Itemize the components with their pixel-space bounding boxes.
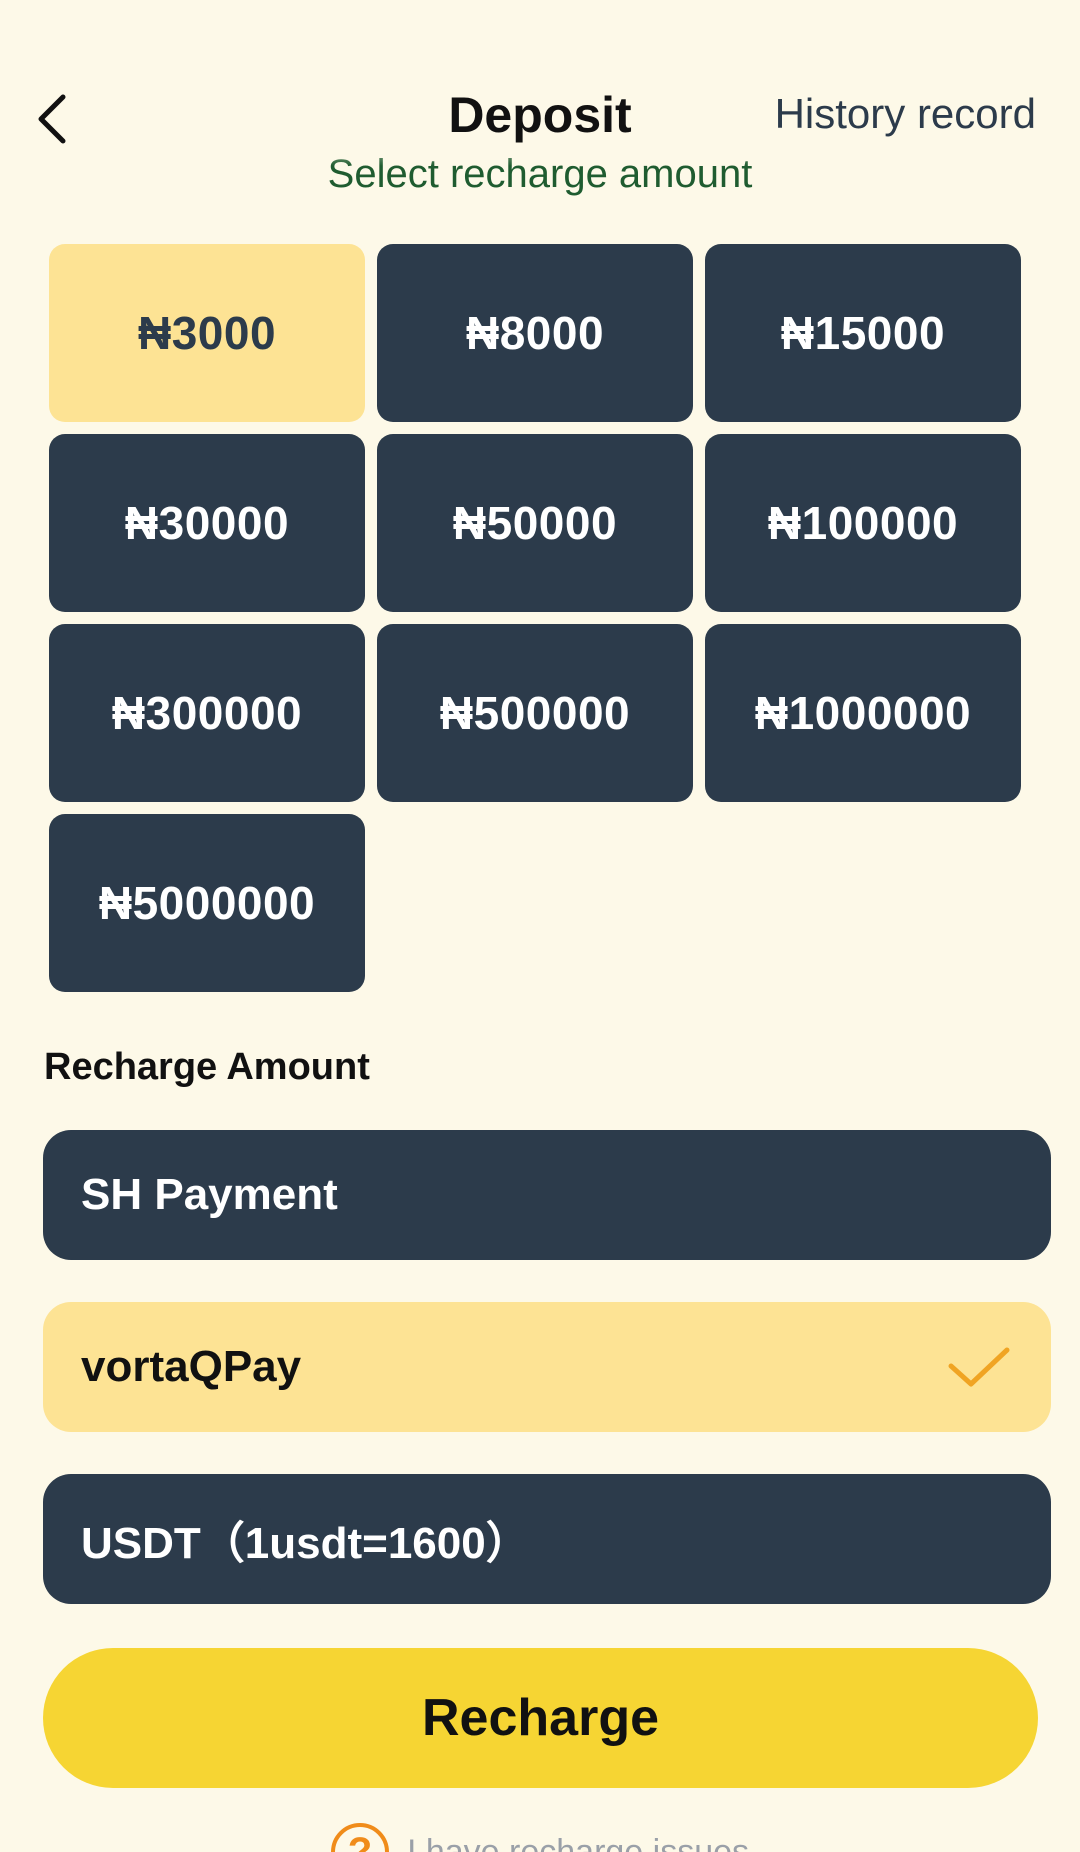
amount-option-50000[interactable]: ₦50000 — [377, 434, 693, 612]
amount-option-3000[interactable]: ₦3000 — [49, 244, 365, 422]
amount-option-8000[interactable]: ₦8000 — [377, 244, 693, 422]
amount-option-1000000[interactable]: ₦1000000 — [705, 624, 1021, 802]
amount-option-15000[interactable]: ₦15000 — [705, 244, 1021, 422]
payment-method-vortaqpay[interactable]: vortaQPay — [43, 1302, 1051, 1432]
checkmark-icon — [948, 1347, 1010, 1387]
deposit-page: Select recharge amount ₦3000 ₦8000 ₦1500… — [0, 0, 1080, 1852]
recharge-issues-text: I have recharge issues — [406, 1832, 750, 1852]
question-circle-icon: ? — [330, 1823, 389, 1852]
amount-option-30000[interactable]: ₦30000 — [49, 434, 365, 612]
recharge-amount-label: Recharge Amount — [44, 1046, 370, 1088]
scroll-content: Select recharge amount ₦3000 ₦8000 ₦1500… — [0, 0, 1080, 1852]
amount-option-100000[interactable]: ₦100000 — [705, 434, 1021, 612]
payment-method-sh-payment[interactable]: SH Payment — [43, 1130, 1051, 1260]
payment-method-usdt[interactable]: USDT（1usdt=1600） — [43, 1474, 1051, 1604]
amount-option-300000[interactable]: ₦300000 — [49, 624, 365, 802]
recharge-button[interactable]: Recharge — [43, 1648, 1038, 1788]
amount-grid: ₦3000 ₦8000 ₦15000 ₦30000 ₦50000 ₦100000… — [49, 244, 1021, 992]
history-record-link[interactable]: History record — [775, 90, 1036, 138]
amount-option-5000000[interactable]: ₦5000000 — [49, 814, 365, 992]
payment-method-label: USDT（1usdt=1600） — [81, 1519, 530, 1568]
header-bar: Deposit History record — [0, 0, 1080, 166]
payment-method-label: SH Payment — [81, 1170, 338, 1219]
amount-option-500000[interactable]: ₦500000 — [377, 624, 693, 802]
recharge-issues-link[interactable]: ? I have recharge issues — [0, 1822, 1080, 1852]
payment-method-label: vortaQPay — [81, 1342, 302, 1391]
